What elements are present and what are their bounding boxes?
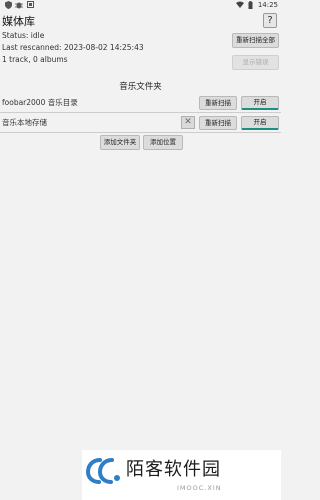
folder-label: foobar2000 音乐目录 <box>2 98 78 107</box>
bug-icon <box>15 1 23 9</box>
status-bar: 14:25 <box>0 0 281 12</box>
shield-icon <box>4 1 12 9</box>
watermark-logo-icon <box>85 456 122 486</box>
folder-label: 音乐本地存储 <box>2 118 47 127</box>
page-title: 媒体库 <box>2 15 35 28</box>
library-counts: 1 track, 0 albums <box>2 55 68 64</box>
watermark-text: 陌客软件园 <box>126 459 221 480</box>
folder-row: 音乐本地存储 ✕ 重新扫描 开启 <box>0 114 281 132</box>
notification-icon <box>26 1 34 9</box>
folder-row: foobar2000 音乐目录 重新扫描 开启 <box>0 94 281 112</box>
add-folder-button[interactable]: 添加文件夹 <box>100 135 140 150</box>
wifi-icon <box>235 1 244 9</box>
battery-icon <box>247 1 255 9</box>
rescan-folder-button[interactable]: 重新扫描 <box>199 116 237 130</box>
divider <box>0 132 281 133</box>
clock: 14:25 <box>257 1 278 9</box>
watermark-subtext: IMOOC.XIN <box>177 484 222 492</box>
last-rescanned: Last rescanned: 2023-08-02 14:25:43 <box>2 43 144 52</box>
rescan-folder-button[interactable]: 重新扫描 <box>199 96 237 110</box>
divider <box>0 112 281 113</box>
watermark: 陌客软件园 IMOOC.XIN <box>82 450 281 500</box>
rescan-all-button[interactable]: 重新扫描全部 <box>232 33 279 48</box>
add-location-button[interactable]: 添加位置 <box>143 135 183 150</box>
folder-toggle[interactable]: 开启 <box>241 116 279 130</box>
library-status: Status: idle <box>2 31 45 40</box>
show-errors-button[interactable]: 显示错误 <box>232 55 279 70</box>
folder-toggle[interactable]: 开启 <box>241 96 279 110</box>
remove-folder-button[interactable]: ✕ <box>181 116 195 129</box>
help-button[interactable]: ? <box>263 13 277 28</box>
section-title-music-folders: 音乐文件夹 <box>119 82 162 92</box>
